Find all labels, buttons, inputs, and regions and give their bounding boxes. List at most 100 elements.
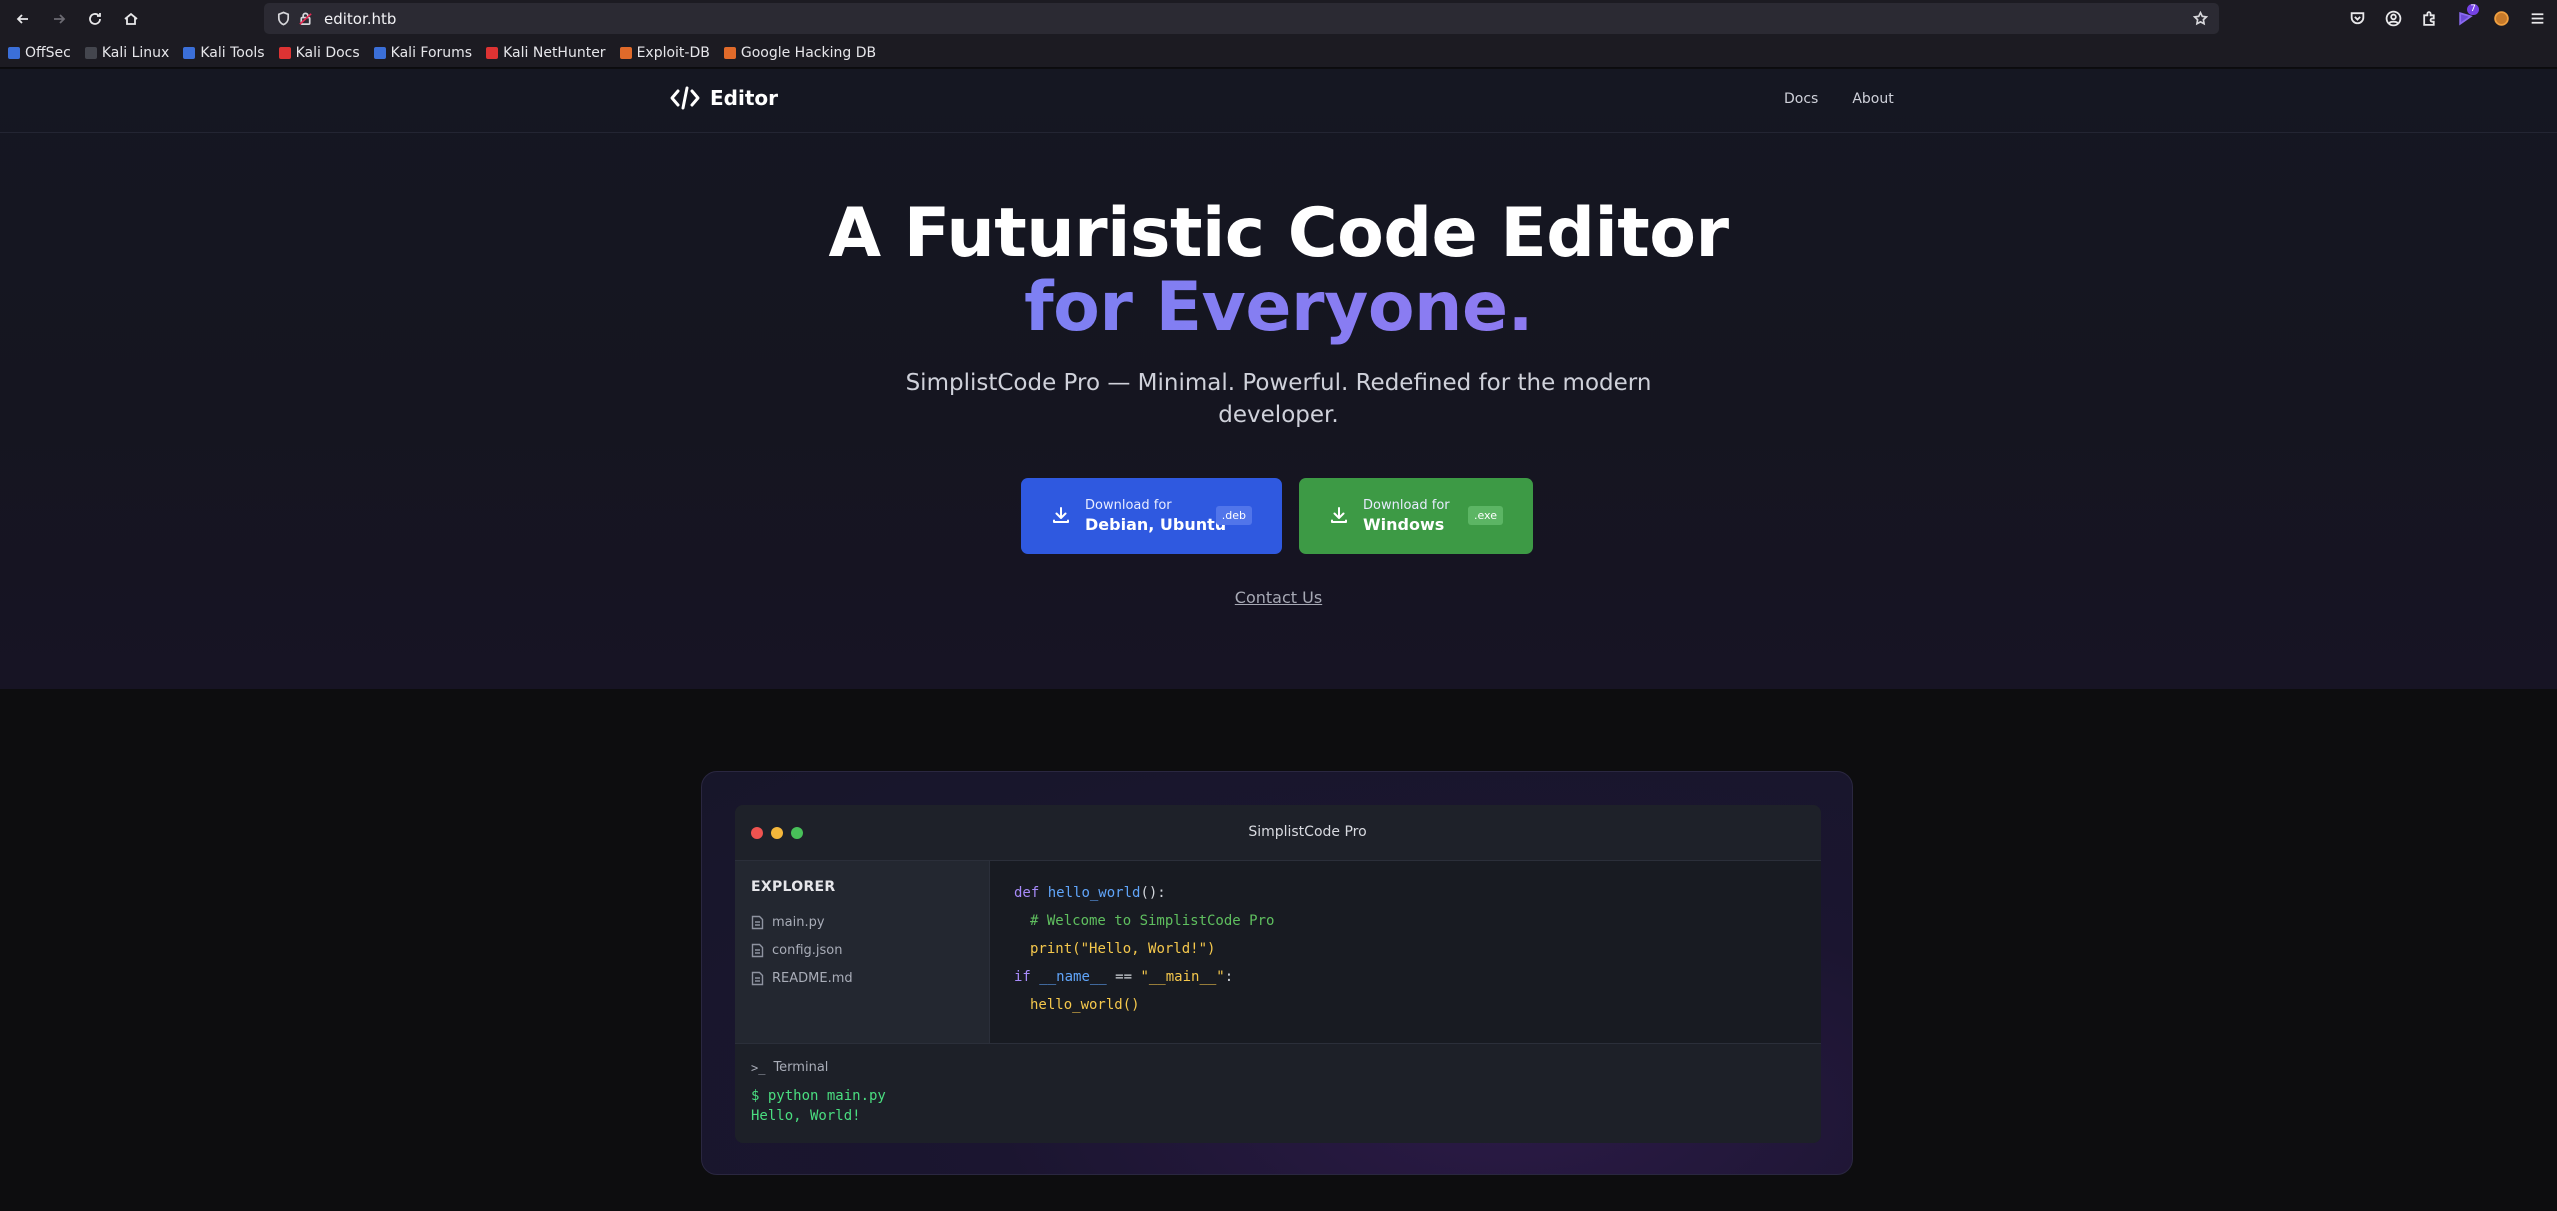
extension-badge-button[interactable]: 7 [2453, 4, 2479, 30]
bookmark-kali-forums[interactable]: Kali Forums [373, 45, 472, 61]
file-name: main.py [772, 915, 825, 930]
menu-button[interactable] [2525, 6, 2549, 30]
insecure-lock-icon[interactable] [296, 10, 314, 28]
web-page: Editor Docs About A Futuristic Code Edit… [0, 69, 2557, 1211]
bookmark-offsec[interactable]: OffSec [8, 45, 71, 61]
terminal-output: Hello, World! [751, 1108, 861, 1124]
file-icon [751, 971, 764, 986]
cookie-extension-button[interactable] [2489, 6, 2513, 30]
terminal-command: $ python main.py [751, 1088, 886, 1104]
terminal-label: Terminal [773, 1060, 829, 1075]
editor-window: SimplistCode Pro EXPLORER main.py config… [735, 805, 1821, 1143]
explorer-panel: EXPLORER main.py config.json README.md [735, 861, 990, 1043]
nav-docs-link[interactable]: Docs [1784, 91, 1818, 107]
code-keyword: def [1014, 885, 1040, 901]
hero-title-line1: A Futuristic Code Editor [828, 194, 1729, 273]
code-keyword: if [1014, 969, 1031, 985]
kali-forums-icon [373, 46, 386, 59]
ghdb-icon [723, 46, 736, 59]
site-header: Editor Docs About [0, 69, 2557, 133]
url-input[interactable] [324, 9, 2024, 28]
reload-icon [89, 13, 101, 25]
site-logo[interactable]: Editor [670, 85, 778, 111]
account-button[interactable] [2381, 6, 2405, 30]
code-punct: () [1122, 997, 1140, 1013]
code-punct: (): [1140, 885, 1166, 901]
code-comment: # Welcome to SimplistCode Pro [1030, 913, 1275, 929]
forward-arrow-icon [54, 14, 66, 24]
contact-row: Contact Us [0, 588, 2557, 607]
editor-window-title: SimplistCode Pro [1248, 824, 1367, 840]
code-string: ("Hello, World!") [1072, 941, 1216, 957]
nethunter-icon [486, 46, 499, 59]
explorer-file: config.json [751, 943, 843, 958]
download-exe-small-label: Download for [1363, 497, 1450, 513]
explorer-heading: EXPLORER [751, 879, 836, 895]
file-icon [751, 943, 764, 958]
nav-about-link[interactable]: About [1852, 91, 1893, 107]
deb-tag: .deb [1215, 506, 1252, 525]
bookmark-google-hacking-db[interactable]: Google Hacking DB [723, 45, 876, 61]
code-line: hello_world() [1030, 997, 1140, 1013]
offsec-favicon-icon [8, 46, 20, 59]
bookmark-kali-tools[interactable]: Kali Tools [183, 45, 265, 61]
contact-us-link[interactable]: Contact Us [1235, 588, 1322, 607]
code-line: def hello_world(): [1014, 885, 1166, 901]
address-bar[interactable] [264, 3, 2219, 34]
download-deb-small-label: Download for [1085, 497, 1172, 513]
hero-title-line2: for Everyone. [0, 271, 2557, 345]
back-button[interactable] [10, 6, 36, 32]
download-exe-button[interactable]: Download for Windows .exe [1299, 478, 1533, 554]
extensions-button[interactable] [2417, 6, 2441, 30]
back-arrow-icon [16, 14, 28, 24]
code-string: "__main__" [1140, 969, 1225, 985]
explorer-file: main.py [751, 915, 825, 930]
hamburger-menu-icon [2531, 12, 2543, 24]
logo-text: Editor [710, 86, 778, 110]
hero-subtitle: SimplistCode Pro — Minimal. Powerful. Re… [905, 370, 1652, 428]
file-icon [751, 915, 764, 930]
code-function: print [1030, 941, 1073, 957]
account-icon [2385, 10, 2401, 26]
kali-dragon-icon [84, 46, 97, 59]
forward-button[interactable] [46, 6, 72, 32]
toolbar-right: 7 [2345, 4, 2549, 30]
editor-titlebar: SimplistCode Pro [735, 805, 1821, 861]
download-deb-text: Download for Debian, Ubuntu [1085, 497, 1226, 536]
pocket-button[interactable] [2345, 6, 2369, 30]
code-line: print("Hello, World!") [1030, 941, 1215, 957]
exploit-db-icon [619, 46, 632, 59]
bookmark-star-icon[interactable] [2191, 9, 2209, 27]
download-exe-text: Download for Windows [1363, 497, 1450, 536]
exe-tag: .exe [1467, 506, 1503, 525]
kali-tools-icon [183, 46, 196, 59]
home-icon [124, 12, 138, 25]
code-brackets-icon [670, 86, 700, 110]
file-name: README.md [772, 971, 853, 986]
download-icon [1329, 505, 1351, 527]
bookmark-kali-nethunter[interactable]: Kali NetHunter [486, 45, 606, 61]
bookmark-kali-docs[interactable]: Kali Docs [278, 45, 360, 61]
code-operator: == [1106, 969, 1141, 985]
download-deb-platform: Debian, Ubuntu [1085, 514, 1227, 534]
home-button[interactable] [118, 6, 144, 32]
code-punct: : [1224, 969, 1234, 985]
code-function: hello_world [1047, 885, 1141, 901]
kali-docs-icon [278, 46, 291, 59]
hero-section: Editor Docs About A Futuristic Code Edit… [0, 69, 2557, 689]
code-line: # Welcome to SimplistCode Pro [1030, 913, 1274, 929]
bookmark-kali-linux[interactable]: Kali Linux [84, 45, 169, 61]
tracking-shield-icon[interactable] [274, 10, 292, 28]
code-function: hello_world [1030, 997, 1123, 1013]
bookmark-exploit-db[interactable]: Exploit-DB [619, 45, 710, 61]
hero-title: A Futuristic Code Editor for Everyone. [0, 197, 2557, 345]
browser-toolbar: 7 [0, 0, 2557, 38]
cookie-icon [2493, 10, 2509, 26]
reload-button[interactable] [82, 6, 108, 32]
extension-badge: 7 [2467, 4, 2479, 15]
download-deb-button[interactable]: Download for Debian, Ubuntu .deb [1021, 478, 1282, 554]
explorer-file: README.md [751, 971, 853, 986]
site-nav: Docs About [1784, 91, 1894, 107]
code-variable: __name__ [1039, 969, 1107, 985]
terminal-panel: >_ Terminal $ python main.py Hello, Worl… [735, 1043, 1821, 1143]
